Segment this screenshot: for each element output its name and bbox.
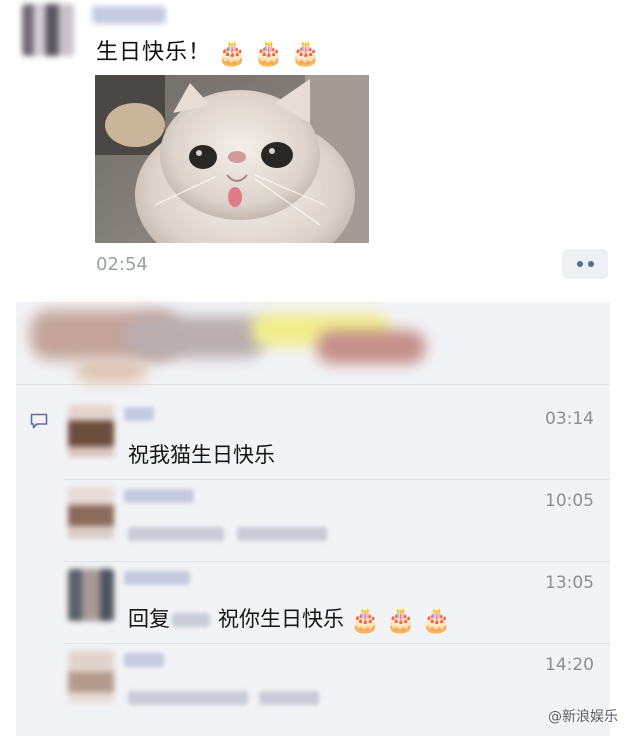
blur-smear	[316, 330, 426, 364]
cake-emoji: 🎂	[421, 606, 452, 634]
watermark: @新浪娱乐	[548, 709, 618, 725]
cat-photo[interactable]	[95, 75, 369, 243]
commenter-name-blurred[interactable]	[124, 407, 154, 421]
comment-timestamp: 13:05	[545, 573, 594, 593]
commenter-name-blurred[interactable]	[124, 653, 164, 667]
post-timestamp: 02:54	[96, 254, 148, 275]
commenter-avatar[interactable]	[68, 651, 114, 703]
comment-text: 回复 祝你生日快乐 🎂 🎂 🎂	[128, 603, 452, 634]
reply-target-blurred[interactable]	[172, 613, 210, 627]
blur-smear	[126, 316, 266, 358]
comment-text-blurred	[128, 521, 327, 545]
divider	[64, 561, 610, 562]
more-dots-icon	[576, 261, 583, 267]
comment-icon	[30, 413, 48, 429]
poster-avatar[interactable]	[22, 4, 74, 56]
comment-item[interactable]: 祝我猫生日快乐 03:14	[64, 405, 610, 480]
comment-timestamp: 14:20	[545, 655, 594, 675]
more-dots-icon	[587, 261, 594, 267]
reply-prefix: 回复	[128, 607, 170, 631]
cat-image	[95, 75, 369, 243]
blurred-text	[258, 691, 319, 705]
reply-text: 祝你生日快乐	[218, 607, 344, 631]
post-text: 生日快乐！ 🎂 🎂 🎂	[96, 34, 322, 67]
divider	[64, 643, 610, 644]
cake-emoji: 🎂	[217, 39, 248, 67]
comment-item[interactable]: 回复 祝你生日快乐 🎂 🎂 🎂 13:05	[64, 569, 610, 644]
post-text-label: 生日快乐！	[96, 40, 212, 65]
poster-name-blurred[interactable]	[92, 6, 166, 24]
divider	[64, 479, 610, 480]
more-button[interactable]	[562, 249, 608, 279]
comment-item[interactable]: 14:20	[64, 651, 610, 723]
blur-smear	[76, 360, 146, 382]
cake-emoji: 🎂	[385, 606, 416, 634]
commenter-avatar[interactable]	[68, 569, 114, 621]
commenter-avatar[interactable]	[68, 405, 114, 457]
cake-emoji: 🎂	[350, 606, 380, 634]
blurred-text	[128, 527, 224, 541]
commenter-name-blurred[interactable]	[124, 489, 194, 503]
likes-area-blurred	[16, 302, 610, 385]
cake-emoji: 🎂	[290, 39, 322, 67]
comment-timestamp: 03:14	[545, 409, 594, 429]
commenter-avatar[interactable]	[68, 487, 114, 539]
cake-emoji: 🎂	[253, 39, 285, 67]
comment-text-blurred	[128, 685, 319, 709]
blurred-text	[236, 527, 327, 541]
blurred-text	[128, 691, 248, 705]
comment-text: 祝我猫生日快乐	[128, 443, 275, 467]
comment-timestamp: 10:05	[545, 491, 594, 511]
commenter-name-blurred[interactable]	[124, 571, 190, 585]
comment-item[interactable]: 10:05	[64, 487, 610, 562]
